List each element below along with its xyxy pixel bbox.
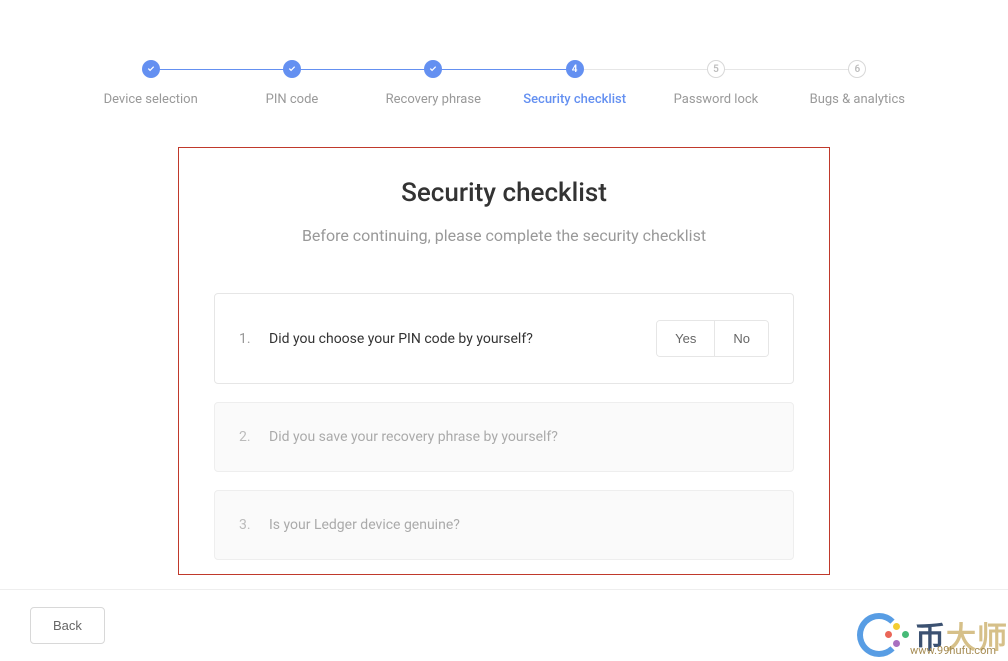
page-title: Security checklist [179,178,829,208]
question-text: Did you save your recovery phrase by you… [269,429,769,445]
step-number-icon: 5 [707,60,725,78]
step-label: Recovery phrase [386,92,481,107]
step-recovery-phrase: Recovery phrase [363,60,504,107]
security-checklist-panel: Security checklist Before continuing, pl… [178,147,830,575]
yes-button[interactable]: Yes [657,321,714,356]
step-pin-code: PIN code [221,60,362,107]
step-label: PIN code [266,92,319,107]
step-device-selection: Device selection [80,60,221,107]
step-bugs-analytics: 6 Bugs & analytics [787,60,928,107]
question-card-3: 3. Is your Ledger device genuine? [214,490,794,560]
question-number: 1. [239,331,255,347]
step-label: Security checklist [523,92,626,107]
question-card-1: 1. Did you choose your PIN code by yours… [214,293,794,384]
question-text: Did you choose your PIN code by yourself… [269,331,656,347]
step-password-lock: 5 Password lock [645,60,786,107]
check-icon [283,60,301,78]
question-card-2: 2. Did you save your recovery phrase by … [214,402,794,472]
page-subtitle: Before continuing, please complete the s… [179,226,829,245]
step-number-icon: 6 [848,60,866,78]
step-security-checklist: 4 Security checklist [504,60,645,107]
step-label: Bugs & analytics [810,92,905,107]
step-label: Password lock [674,92,759,107]
footer-bar: Back [0,589,1008,661]
question-text: Is your Ledger device genuine? [269,517,769,533]
question-number: 2. [239,429,255,445]
stepper: Device selection PIN code Recovery phras… [0,0,1008,107]
step-number-icon: 4 [566,60,584,78]
no-button[interactable]: No [714,321,768,356]
yes-no-group: Yes No [656,320,769,357]
step-label: Device selection [104,92,198,107]
question-number: 3. [239,517,255,533]
check-icon [142,60,160,78]
check-icon [424,60,442,78]
back-button[interactable]: Back [30,607,105,644]
